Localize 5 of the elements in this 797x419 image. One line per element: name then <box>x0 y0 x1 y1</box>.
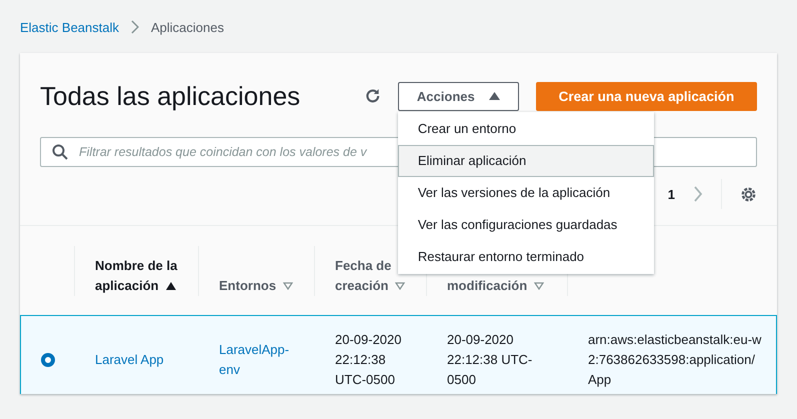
table-cell-text: 20-09-2020 22:12:38 UTC-0500 <box>335 331 402 389</box>
page-title: Todas las aplicaciones <box>40 80 302 112</box>
breadcrumb-item: Aplicaciones <box>151 20 224 34</box>
table-cell-text: 20-09-2020 22:12:38 UTC-0500 <box>447 331 534 389</box>
table-cell-text: arn:aws:elasticbeanstalk:eu-w 2:763862633598:application/ App <box>588 331 762 389</box>
